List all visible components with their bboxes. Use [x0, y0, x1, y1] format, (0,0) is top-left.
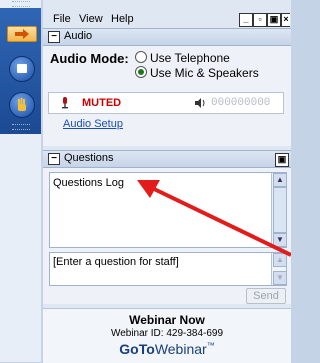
top-grip-icon[interactable]	[12, 1, 30, 7]
screen-icon	[17, 64, 27, 73]
brand-goto: GoTo	[119, 341, 155, 357]
questions-log[interactable]: Questions Log ▲ ▼	[49, 172, 287, 248]
question-input-placeholder: [Enter a question for staff]	[53, 256, 179, 268]
scroll-up-icon[interactable]: ▲	[273, 253, 287, 267]
use-telephone-label: Use Telephone	[150, 51, 230, 65]
arrow-right-icon	[15, 29, 29, 39]
bottom-grip-icon[interactable]	[12, 124, 30, 130]
side-toolbar	[0, 0, 41, 362]
control-panel: File View Help _ ▫ ▣ × − Audio Audio Mod…	[43, 0, 291, 363]
send-button[interactable]: Send	[246, 288, 286, 304]
audio-section: Audio Mode: Use Telephone Use Mic & Spea…	[43, 46, 291, 146]
microphone-icon[interactable]	[59, 96, 71, 110]
question-input[interactable]: [Enter a question for staff] ▲ ▼	[49, 252, 287, 286]
audio-section-title: Audio	[64, 30, 93, 42]
menu-help[interactable]: Help	[111, 13, 134, 25]
arrow-right-button[interactable]	[7, 26, 37, 42]
send-label: Send	[253, 290, 279, 302]
audio-section-header[interactable]: − Audio	[43, 28, 291, 46]
questions-section: Questions Log ▲ ▼ [Enter a question for …	[43, 168, 291, 304]
webinar-title: Webinar Now	[129, 313, 205, 327]
collapse-icon[interactable]: −	[48, 153, 60, 165]
volume-meter: 000000000	[211, 97, 271, 109]
scroll-down-icon[interactable]: ▼	[273, 271, 287, 285]
brand-tm: ™	[206, 341, 215, 350]
use-telephone-option[interactable]: Use Telephone	[135, 51, 230, 65]
input-scrollbar[interactable]: ▲ ▼	[271, 253, 287, 285]
log-scrollbar[interactable]: ▲ ▼	[271, 173, 287, 247]
hand-raise-icon	[18, 98, 26, 111]
questions-section-header[interactable]: − Questions ▣	[43, 150, 291, 168]
scroll-thumb[interactable]	[273, 187, 287, 233]
questions-log-text: Questions Log	[53, 177, 124, 189]
gotowebinar-logo: GoToWebinar™	[43, 341, 291, 357]
menu-bar: File View Help _ ▫ ▣ ×	[43, 10, 291, 28]
menu-view[interactable]: View	[79, 13, 103, 25]
scroll-down-icon[interactable]: ▼	[273, 233, 287, 247]
screen-button[interactable]	[9, 56, 35, 82]
mute-status: MUTED	[82, 97, 122, 109]
window-restore-icon[interactable]: ▫	[253, 13, 267, 27]
collapse-icon[interactable]: −	[48, 31, 60, 43]
mute-status-box: MUTED 000000000	[48, 92, 284, 114]
use-telephone-radio[interactable]	[135, 51, 147, 63]
webinar-footer: Webinar Now Webinar ID: 429-384-699 GoTo…	[43, 308, 291, 363]
close-icon[interactable]: ×	[281, 13, 290, 27]
audio-setup-link[interactable]: Audio Setup	[63, 118, 123, 130]
use-mic-radio[interactable]	[135, 66, 147, 78]
use-mic-label: Use Mic & Speakers	[150, 66, 259, 80]
audio-mode-label: Audio Mode:	[50, 51, 129, 66]
hand-raise-button[interactable]	[9, 92, 35, 118]
scroll-up-icon[interactable]: ▲	[273, 173, 287, 187]
popout-icon[interactable]: ▣	[275, 153, 289, 167]
window-minimize-icon[interactable]: _	[239, 13, 253, 27]
webinar-id: Webinar ID: 429-384-699	[110, 328, 224, 339]
speaker-icon	[195, 98, 205, 108]
questions-section-title: Questions	[64, 152, 114, 164]
popout-icon[interactable]: ▣	[267, 13, 281, 27]
menu-file[interactable]: File	[53, 13, 71, 25]
brand-webinar: Webinar	[154, 341, 207, 357]
use-mic-option[interactable]: Use Mic & Speakers	[135, 66, 259, 80]
